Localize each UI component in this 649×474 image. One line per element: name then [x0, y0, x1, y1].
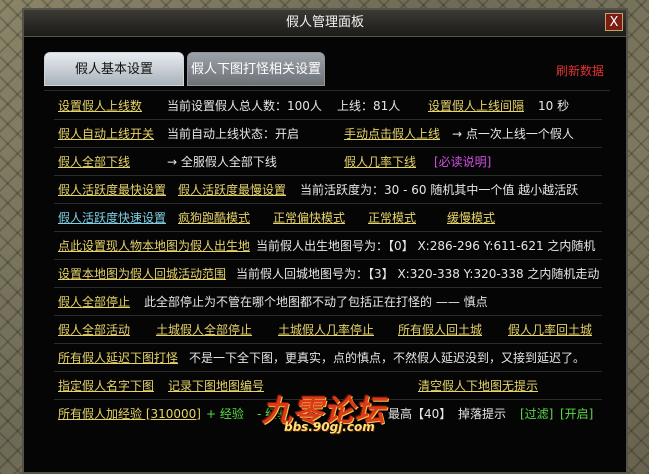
- exp-plus-link[interactable]: + 经验: [206, 401, 244, 427]
- set-online-count-link[interactable]: 设置假人上线数: [58, 93, 142, 119]
- filter-link[interactable]: [过滤]: [520, 401, 553, 427]
- random-return-tucheng-link[interactable]: 假人几率回土城: [508, 317, 592, 343]
- birth-map-status: 当前假人出生地图号为：【0】 X:286-296 Y:611-621 之内随机: [256, 239, 596, 253]
- settings-row: 假人全部下线 → 全服假人全部下线 假人几率下线 [必读说明]: [54, 149, 602, 176]
- tab-basic-settings[interactable]: 假人基本设置: [44, 52, 184, 86]
- auto-online-status-text: 当前自动上线状态：开启: [167, 127, 300, 141]
- set-online-interval-link[interactable]: 设置假人上线间隔: [428, 93, 524, 119]
- activity-quick-settings-link[interactable]: 假人活跃度快速设置: [58, 205, 166, 231]
- enable-link[interactable]: [开启]: [560, 401, 593, 427]
- set-birth-map-link[interactable]: 点此设置现人物本地图为假人出生地: [58, 233, 250, 259]
- return-map-status: 当前假人回城地图号为：【3】 X:320-338 Y:320-338 之内随机走…: [236, 267, 600, 281]
- manual-online-hint: → 点一次上线一个假人: [452, 127, 574, 141]
- settings-row: 点此设置现人物本地图为假人出生地 当前假人出生地图号为：【0】 X:286-29…: [54, 233, 602, 260]
- mode-slow-link[interactable]: 缓慢模式: [447, 205, 495, 231]
- activity-fastest-link[interactable]: 假人活跃度最快设置: [58, 177, 166, 203]
- named-map-link[interactable]: 指定假人名字下图: [58, 373, 154, 399]
- online-count-text: 上线：81人: [337, 99, 401, 113]
- add-exp-link[interactable]: 所有假人加经验 [310000]: [58, 401, 201, 427]
- title-bar: 假人管理面板: [24, 10, 626, 37]
- settings-row: 假人全部停止 此全部停止为不管在哪个地图都不动了包括正在打怪的 —— 慎点: [54, 289, 602, 316]
- random-offline-link[interactable]: 假人几率下线: [344, 149, 416, 175]
- mode-fast-link[interactable]: 正常偏快模式: [273, 205, 345, 231]
- activity-status-text: 当前活跃度为：30 - 60 随机其中一个值 越小越活跃: [300, 183, 579, 197]
- settings-row: 所有假人延迟下图打怪 不是一下全下图，更真实，点的慎点，不然假人延迟没到，又接到…: [54, 345, 602, 372]
- settings-row: 设置本地图为假人回城活动范围 当前假人回城地图号为：【3】 X:320-338 …: [54, 261, 602, 288]
- all-return-tucheng-link[interactable]: 所有假人回土城: [398, 317, 482, 343]
- settings-row: 假人活跃度快速设置 疯狗跑酷模式 正常偏快模式 正常模式 缓慢模式: [54, 205, 602, 232]
- settings-row: 假人自动上线开关 当前自动上线状态：开启 手动点击假人上线 → 点一次上线一个假…: [54, 121, 602, 148]
- settings-row: 假人活跃度最快设置 假人活跃度最慢设置 当前活跃度为：30 - 60 随机其中一…: [54, 177, 602, 204]
- mode-crazy-link[interactable]: 疯狗跑酷模式: [178, 205, 250, 231]
- watermark-url: bbs.90gj.com: [284, 420, 375, 434]
- all-offline-link[interactable]: 假人全部下线: [58, 149, 130, 175]
- tucheng-all-stop-link[interactable]: 土城假人全部停止: [156, 317, 252, 343]
- tucheng-random-stop-link[interactable]: 土城假人几率停止: [278, 317, 374, 343]
- settings-row: 设置假人上线数 当前设置假人总人数：100人 上线：81人 设置假人上线间隔 1…: [54, 93, 602, 120]
- all-stop-link[interactable]: 假人全部停止: [58, 289, 130, 315]
- manual-online-link[interactable]: 手动点击假人上线: [344, 121, 440, 147]
- all-active-link[interactable]: 假人全部活动: [58, 317, 130, 343]
- auto-online-toggle-link[interactable]: 假人自动上线开关: [58, 121, 154, 147]
- refresh-data-link[interactable]: 刷新数据: [556, 62, 604, 79]
- window-title: 假人管理面板: [285, 15, 364, 30]
- activity-slowest-link[interactable]: 假人活跃度最慢设置: [178, 177, 286, 203]
- record-map-id-link[interactable]: 记录下图地图编号: [168, 373, 264, 399]
- delay-map-hunt-hint: 不是一下全下图，更真实，点的慎点，不然假人延迟没到，又接到延迟了。: [189, 351, 586, 365]
- tab-map-monster-settings[interactable]: 假人下图打怪相关设置: [187, 52, 325, 86]
- drop-hint-label: 掉落提示: [458, 407, 507, 421]
- all-offline-hint: → 全服假人全部下线: [167, 155, 277, 169]
- clear-map-prompt-link[interactable]: 清空假人下地图无提示: [418, 373, 538, 399]
- settings-row: 假人全部活动 土城假人全部停止 土城假人几率停止 所有假人回土城 假人几率回土城: [54, 317, 602, 344]
- mode-normal-link[interactable]: 正常模式: [368, 205, 416, 231]
- must-read-link[interactable]: [必读说明]: [434, 149, 491, 175]
- close-button[interactable]: X: [605, 13, 623, 31]
- delay-map-hunt-link[interactable]: 所有假人延迟下图打怪: [58, 345, 178, 371]
- forum-watermark-logo: 九零论坛 bbs.90gj.com: [262, 386, 402, 442]
- all-stop-hint: 此全部停止为不管在哪个地图都不动了包括正在打怪的 —— 慎点: [144, 295, 488, 309]
- set-return-map-link[interactable]: 设置本地图为假人回城活动范围: [58, 261, 226, 287]
- total-count-text: 当前设置假人总人数：100人: [167, 99, 322, 113]
- interval-value: 10 秒: [538, 99, 570, 113]
